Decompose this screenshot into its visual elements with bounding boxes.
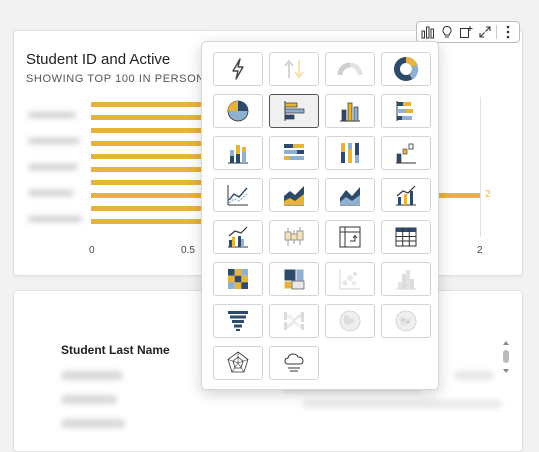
visual-type-heat-map[interactable] <box>213 262 263 296</box>
toolbar-divider <box>495 25 497 39</box>
clustered-bar-combo-icon <box>228 226 248 248</box>
vertical-bar-icon <box>340 102 360 122</box>
bar[interactable] <box>91 102 203 107</box>
visual-type-pivot-arrows[interactable] <box>269 52 319 86</box>
scroll-thumb[interactable] <box>503 350 509 363</box>
visual-type-points-on-map[interactable] <box>381 304 431 338</box>
vertical-stacked-bar-icon <box>228 145 248 164</box>
bar[interactable] <box>91 115 203 120</box>
visual-subtitle: SHOWING TOP 100 IN PERSON_ <box>26 73 212 85</box>
visual-type-table[interactable] <box>381 220 431 254</box>
table-cell <box>61 395 117 404</box>
funnel-icon <box>228 311 248 331</box>
bar[interactable] <box>91 180 203 185</box>
visual-type-area[interactable] <box>269 178 319 212</box>
bar-end-segment[interactable] <box>439 193 481 198</box>
vertical-100-stacked-bar-icon <box>341 143 359 163</box>
visual-type-vertical-stacked-bar[interactable] <box>213 136 263 170</box>
table-cell <box>61 419 125 428</box>
points-on-map-icon <box>395 310 417 332</box>
horizontal-100-stacked-bar-icon <box>284 144 304 160</box>
area-icon <box>284 186 304 206</box>
scroll-up-arrow[interactable] <box>503 341 509 345</box>
radar-icon <box>227 351 249 373</box>
bar-value-label: 2 <box>485 189 491 200</box>
visual-type-horizontal-bar[interactable] <box>269 94 319 128</box>
bar-chart-icon[interactable] <box>420 24 436 40</box>
bar[interactable] <box>91 193 203 198</box>
visual-type-tree-map[interactable] <box>269 262 319 296</box>
horizontal-bar-icon <box>284 101 305 121</box>
line-icon <box>227 185 248 206</box>
sankey-icon <box>284 312 304 330</box>
bar[interactable] <box>91 154 203 159</box>
visual-type-histogram[interactable] <box>381 262 431 296</box>
bar[interactable] <box>91 128 203 133</box>
visual-type-horizontal-stacked-bar[interactable] <box>381 94 431 128</box>
y-tick-label <box>28 190 74 196</box>
visual-type-picker <box>201 41 439 390</box>
visual-type-vertical-bar[interactable] <box>325 94 375 128</box>
bar[interactable] <box>91 141 203 146</box>
bar[interactable] <box>91 219 203 224</box>
pivot-arrows-icon <box>284 59 304 79</box>
y-tick-label <box>28 138 80 144</box>
bar[interactable] <box>91 167 203 172</box>
visual-type-donut[interactable] <box>381 52 431 86</box>
horizontal-stacked-bar-icon <box>396 101 413 121</box>
tree-map-icon <box>283 268 305 290</box>
visual-type-gauge[interactable] <box>325 52 375 86</box>
visual-type-radar[interactable] <box>213 346 263 380</box>
x-tick-label: 0.5 <box>181 245 195 256</box>
visual-type-pie[interactable] <box>213 94 263 128</box>
table-cell <box>61 371 123 380</box>
y-tick-label <box>28 112 76 118</box>
visual-type-vertical-100-stacked-bar[interactable] <box>325 136 375 170</box>
column-header-student-last-name[interactable]: Student Last Name <box>61 343 170 357</box>
visual-type-scatter[interactable] <box>325 262 375 296</box>
visual-type-bar-and-line[interactable] <box>381 178 431 212</box>
filled-map-icon <box>339 310 361 332</box>
stacked-area-icon <box>340 187 360 206</box>
bar-and-line-icon <box>396 185 416 206</box>
more-options-icon[interactable] <box>500 24 516 40</box>
visual-title: Student ID and Active <box>26 51 171 68</box>
bar[interactable] <box>91 206 203 211</box>
heat-map-icon <box>228 269 248 289</box>
visual-type-pivot-table[interactable] <box>325 220 375 254</box>
y-tick-label <box>28 164 78 170</box>
x-tick-label: 2 <box>477 245 483 256</box>
visual-type-filled-map[interactable] <box>325 304 375 338</box>
donut-icon <box>394 56 419 81</box>
histogram-icon <box>396 270 416 290</box>
add-visual-icon[interactable] <box>458 24 474 40</box>
expand-icon[interactable] <box>477 24 493 40</box>
pie-icon <box>227 100 249 122</box>
visual-type-stacked-area[interactable] <box>325 178 375 212</box>
visual-type-word-cloud[interactable] <box>269 346 319 380</box>
y-tick-label <box>28 216 82 222</box>
visual-type-horizontal-100-stacked-bar[interactable] <box>269 136 319 170</box>
gauge-icon <box>337 62 363 76</box>
kpi-icon <box>232 58 244 80</box>
x-tick-label: 0 <box>89 245 95 256</box>
visual-type-funnel[interactable] <box>213 304 263 338</box>
lightbulb-icon[interactable] <box>439 24 455 40</box>
visual-type-kpi[interactable] <box>213 52 263 86</box>
visual-toolbar <box>416 21 520 43</box>
table-icon <box>395 227 417 247</box>
pivot-table-icon <box>339 226 361 248</box>
visual-type-clustered-bar-combo[interactable] <box>213 220 263 254</box>
word-cloud-icon <box>284 353 304 372</box>
visual-type-waterfall[interactable] <box>381 136 431 170</box>
box-plot-icon <box>284 227 304 246</box>
visual-type-line[interactable] <box>213 178 263 212</box>
scatter-icon <box>339 269 360 290</box>
waterfall-icon <box>396 143 416 164</box>
scroll-down-arrow[interactable] <box>503 369 509 373</box>
gridline <box>480 97 481 237</box>
visual-type-sankey[interactable] <box>269 304 319 338</box>
visual-type-box-plot[interactable] <box>269 220 319 254</box>
